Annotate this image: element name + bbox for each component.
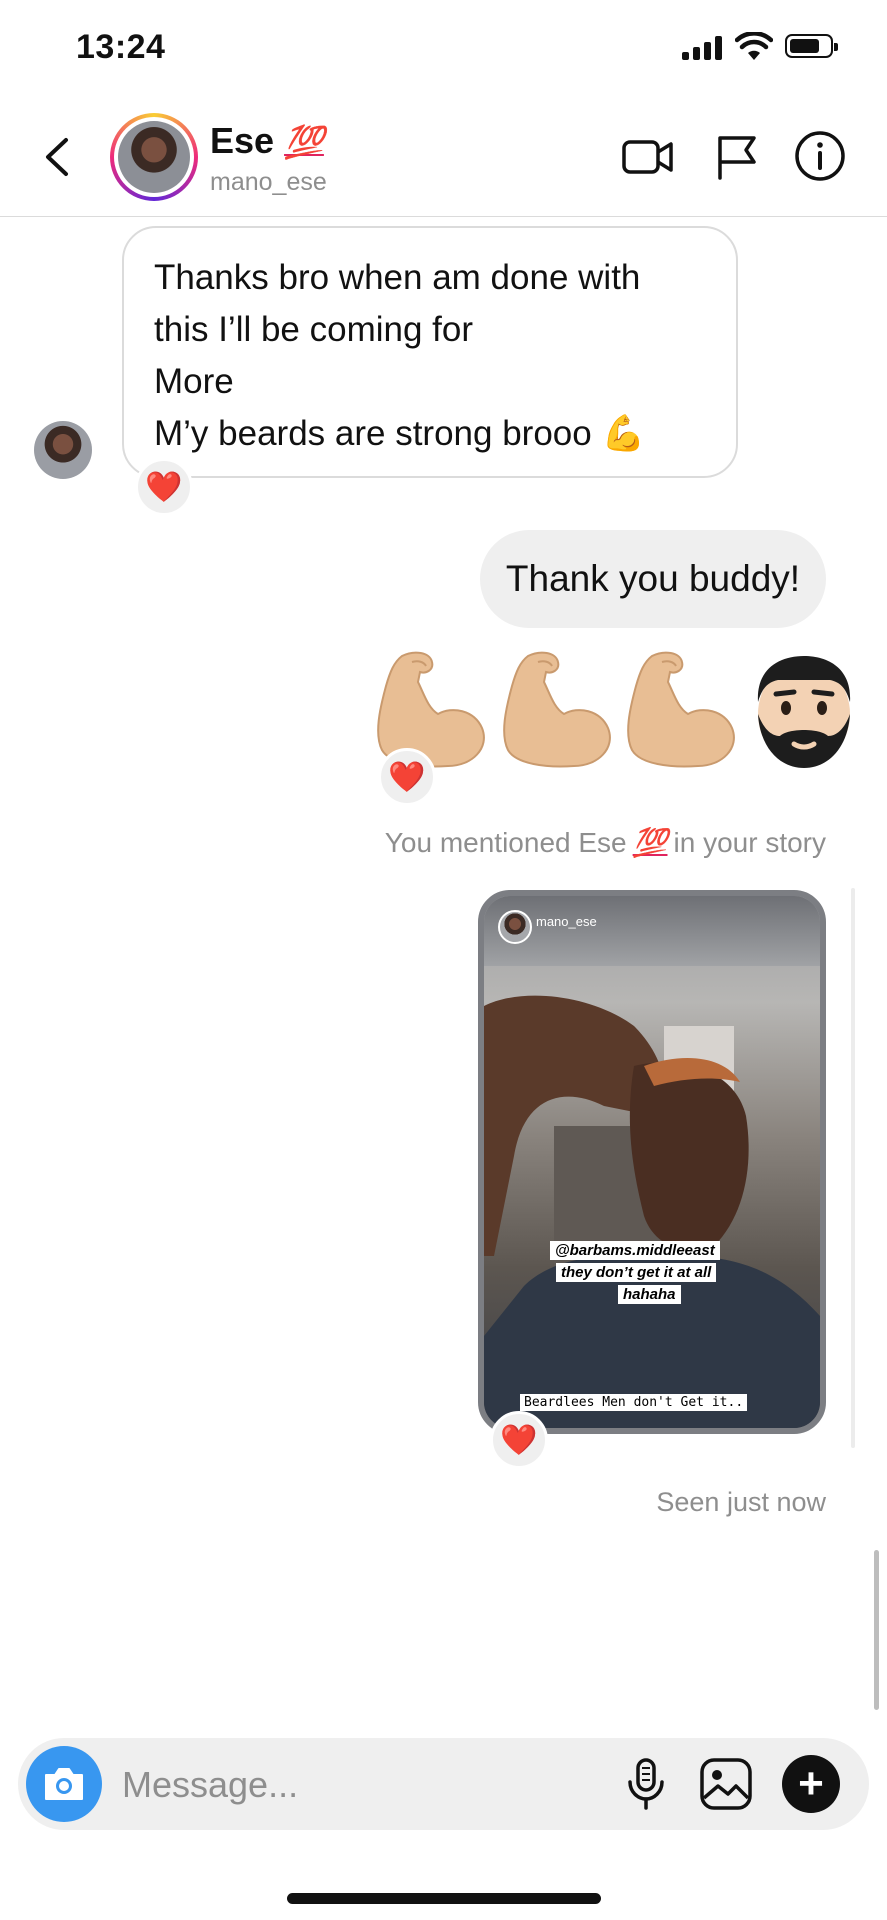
- hundred-points-emoji: 💯: [632, 827, 668, 858]
- flexed-biceps-emoji[interactable]: [498, 648, 614, 772]
- chevron-left-icon[interactable]: [38, 134, 78, 180]
- camera-button[interactable]: [26, 1746, 102, 1822]
- story-mention-text: You mentioned Ese 💯 in your story: [330, 826, 826, 859]
- story-preview[interactable]: mano_ese @barbams.middleeast they don’t …: [478, 890, 826, 1434]
- contact-name-text: Ese: [210, 120, 275, 161]
- message-composer: +: [18, 1738, 869, 1830]
- message-line: More: [154, 362, 234, 401]
- message-line: M’y beards are strong brooo 💪: [154, 414, 646, 453]
- status-time: 13:24: [76, 28, 166, 66]
- story-scroll-track: [851, 888, 855, 1448]
- camera-icon: [45, 1768, 83, 1800]
- message-line: this I’ll be coming for: [154, 310, 474, 349]
- story-text: they don’t get it at all: [556, 1263, 717, 1282]
- avatar[interactable]: [110, 113, 198, 201]
- incoming-message-bubble[interactable]: Thanks bro when am done with this I’ll b…: [122, 226, 738, 478]
- microphone-icon[interactable]: [616, 1754, 676, 1814]
- chat-header: Ese 💯 mano_ese: [0, 98, 887, 217]
- wifi-icon: [735, 32, 773, 60]
- sender-avatar[interactable]: [34, 421, 92, 479]
- scrollbar[interactable]: [874, 1550, 879, 1710]
- info-icon[interactable]: [792, 128, 848, 184]
- flag-icon[interactable]: [708, 128, 764, 184]
- story-mention-tag: @barbams.middleeast: [550, 1241, 720, 1260]
- contact-name[interactable]: Ese 💯: [210, 120, 324, 162]
- bearded-man-emoji[interactable]: [748, 652, 860, 772]
- heart-reaction[interactable]: ❤️: [490, 1411, 548, 1469]
- message-line: Thanks bro when am done with: [154, 258, 641, 297]
- mention-prefix: You mentioned Ese: [384, 827, 627, 858]
- heart-reaction[interactable]: ❤️: [378, 748, 436, 806]
- seen-status: Seen just now: [656, 1487, 826, 1517]
- hundred-points-emoji: 💯: [284, 124, 324, 160]
- story-caption: Beardlees Men don't Get it..: [520, 1394, 748, 1411]
- plus-icon[interactable]: +: [782, 1755, 840, 1813]
- story-avatar: [498, 910, 532, 944]
- home-indicator[interactable]: [287, 1893, 601, 1904]
- flexed-biceps-emoji[interactable]: [622, 648, 738, 772]
- mention-suffix: in your story: [673, 827, 827, 858]
- signal-icon: [682, 36, 724, 60]
- heart-reaction[interactable]: ❤️: [135, 458, 193, 516]
- message-input[interactable]: [120, 1754, 604, 1816]
- outgoing-message-bubble[interactable]: Thank you buddy!: [480, 530, 826, 628]
- story-photo: [484, 995, 820, 1428]
- contact-username: mano_ese: [210, 168, 327, 196]
- gallery-icon[interactable]: [696, 1754, 756, 1814]
- video-call-icon[interactable]: [620, 128, 676, 184]
- story-text: hahaha: [618, 1285, 681, 1304]
- story-username: mano_ese: [536, 914, 597, 929]
- battery-icon: [785, 34, 838, 58]
